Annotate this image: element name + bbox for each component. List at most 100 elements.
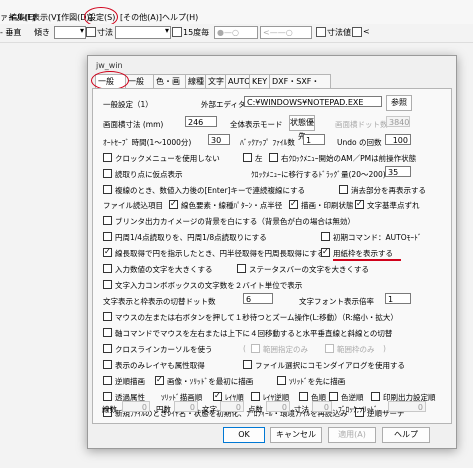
text-frame-dots-input[interactable]: 6 [243,293,273,304]
range-frame-only-label: 範囲枠のみ [337,345,375,354]
tab-dxf[interactable]: DXF・SXF・JWC [269,74,331,99]
circle-eighth-checkbox[interactable] [103,232,112,241]
autosave-input[interactable]: 30 [208,134,230,145]
dimension-checkbox[interactable] [86,27,96,37]
printer-white-bg-checkbox[interactable] [103,216,112,225]
circle-count-label: 円数 [156,405,171,414]
file-read-label: ファイル読込項目 [103,201,163,210]
initial-auto-checkbox[interactable] [321,232,330,241]
left-checkbox[interactable] [243,153,252,162]
font-scale-input[interactable]: 1 [385,293,411,304]
deg15-checkbox[interactable] [172,27,182,37]
temp-point-checkbox[interactable] [103,169,112,178]
crossline-cursor-checkbox[interactable] [103,344,112,353]
continuous-offset-label: 複線のとき、数値入力後の[Enter]キーで連続複線にする [115,186,306,195]
show-paper-frame-checkbox[interactable] [321,247,330,257]
tab-linetype[interactable]: 線種 [185,74,207,88]
toolbar-dimension-label: 寸法 [97,28,113,37]
block-count-field: 0 [388,401,426,412]
solid-first-checkbox[interactable] [277,376,286,385]
linecolor-element-label: 線色要素・線種ﾊﾟﾀｰﾝ・点半径 [181,201,283,210]
clock-drag-label: ｸﾛｯｸﾒﾆｭｰに移行するﾄﾞﾗｯｸﾞ量(20～200) [251,170,386,179]
no-clock-menu-checkbox[interactable] [103,153,112,162]
editor-path-input[interactable]: C:¥WINDOWS¥NOTEPAD.EXE [244,96,382,107]
layer-reverse-checkbox[interactable] [251,392,260,401]
redraw-erase-checkbox[interactable] [339,185,348,194]
dimension-combo[interactable] [115,26,171,39]
menu-view[interactable]: 表示(V) [32,12,60,23]
tab-key[interactable]: KEY [249,74,271,88]
right-clock-ampm-checkbox[interactable] [269,153,278,162]
mouse-zoom-checkbox[interactable] [103,312,112,321]
undo-input[interactable]: 100 [385,134,411,145]
draw-print-state-checkbox[interactable] [289,199,298,209]
view-layer-attr-checkbox[interactable] [103,360,112,369]
settings-dialog: jw_win 一般(1) 一般(2) 色・画面 線種 文字 AUTO KEY D… [87,55,457,449]
text-basepoint-checkbox[interactable] [355,199,364,209]
toolbar-tilt-label: 傾き [34,28,50,37]
transparent-attr-checkbox[interactable] [103,392,112,401]
ok-button[interactable]: OK [223,427,265,443]
line-count-label: 線数 [102,405,117,414]
toolbar-linetype: - 垂直 [0,28,22,37]
text-frame-dots-label: 文字表示と枠表示の切替ドット数 [103,297,216,306]
show-paper-frame-label: 用紙枠を表示する [333,249,393,258]
browse-button[interactable]: 参照 [386,95,412,111]
lt-checkbox[interactable] [352,27,362,37]
text-count-label: 文字 [202,405,217,414]
toolbar-dimvalue-label: 寸法値 [327,28,351,37]
circle-count-field: 0 [174,401,198,412]
layer-order-checkbox[interactable] [213,391,222,401]
editor-label: 外部エディタ [201,100,246,109]
large-status-text-checkbox[interactable] [237,264,246,273]
color-reverse-label: 色逆順 [341,393,364,402]
screen-width-input[interactable]: 246 [185,116,217,127]
image-solid-first-checkbox[interactable] [155,375,164,385]
tab-strip: 一般(1) 一般(2) 色・画面 線種 文字 AUTO KEY DXF・SXF・… [93,74,449,99]
color-reverse-checkbox[interactable] [329,392,338,401]
help-button[interactable]: ヘルプ [382,427,430,443]
paren-open-1: ( [243,344,246,353]
dim-count-label: 寸法 [294,405,309,414]
print-order-checkbox[interactable] [371,392,380,401]
tilt-combo[interactable] [54,26,86,39]
temp-point-label: 読取り点に仮点表示 [115,170,183,179]
line-count-field: 0 [122,401,150,412]
large-input-text-checkbox[interactable] [103,264,112,273]
color-order-checkbox[interactable] [299,392,308,401]
continuous-offset-checkbox[interactable] [103,185,112,194]
large-input-text-label: 入力数値の文字を大きくする [115,265,213,274]
dim-value-checkbox[interactable] [316,27,326,37]
two-byte-count-checkbox[interactable] [103,280,112,289]
circle-perimeter-checkbox[interactable] [103,247,112,257]
dialog-title: jw_win [96,61,123,70]
tab-general2[interactable]: 一般(2) [125,74,155,99]
point-count-field: 0 [266,401,290,412]
toolbar-disabled-field-1: ●—○ [214,26,258,39]
clock-drag-input[interactable]: 35 [385,166,411,177]
reverse-draw-checkbox[interactable] [103,376,112,385]
paper-frame-underline [333,259,401,261]
menu-other[interactable]: [その他(A)] [120,12,162,23]
printer-white-bg-label: ブリンタ出力カイメージの背景を白にする（背景色が白の場合は無効） [115,217,355,226]
backup-input[interactable]: 1 [303,134,325,145]
common-dialog-label: ファイル選択にコモンダイアログを使用する [255,361,405,370]
tab-auto[interactable]: AUTO [225,74,251,88]
menu-help[interactable]: ヘルプ(H) [162,12,198,23]
fullmode-button[interactable]: 状態優先 [289,115,315,141]
backup-label: ﾊﾞｯｸｱｯﾌﾟ ﾌｧｲﾙ数 [240,138,295,147]
redraw-erase-label: 消去部分を再表示する [351,186,426,195]
large-status-text-label: ステータスバーの文字を大きくする [249,265,369,274]
tab-text[interactable]: 文字 [205,74,227,88]
common-dialog-checkbox[interactable] [243,360,252,369]
cancel-button[interactable]: キャンセル [270,427,322,443]
undo-label: Undo の回数 [337,138,382,147]
screen-width-label: 画面横寸法 (mm) [103,120,164,129]
linecolor-element-checkbox[interactable] [169,199,178,209]
tab-color-screen[interactable]: 色・画面 [153,74,187,99]
axis-toggle-checkbox[interactable] [103,328,112,337]
general1-panel: 一般設定（1） 外部エディタ C:¥WINDOWS¥NOTEPAD.EXE 参照… [92,88,452,424]
range-only-checkbox [251,344,260,353]
paren-close-1: ) [383,344,386,353]
point-count-label: 点数 [248,405,263,414]
